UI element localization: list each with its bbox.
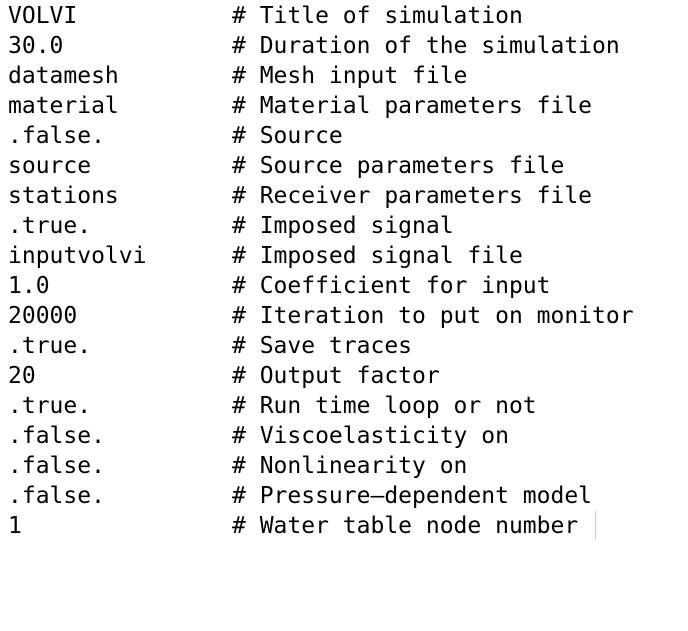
config-line-imposed-signal-file[interactable]: inputvolvi # Imposed signal file bbox=[8, 241, 680, 271]
config-value: .true. bbox=[8, 213, 92, 239]
config-line-monitor-iteration[interactable]: 20000 # Iteration to put on monitor bbox=[8, 301, 680, 331]
config-line-duration[interactable]: 30.0 # Duration of the simulation bbox=[8, 31, 680, 61]
config-line-pressure-model[interactable]: .false. # Pressure–dependent model bbox=[8, 481, 680, 511]
config-comment: # Title of simulation bbox=[232, 3, 523, 29]
config-value: 1 bbox=[8, 513, 22, 539]
config-line-imposed-signal[interactable]: .true. # Imposed signal bbox=[8, 211, 680, 241]
config-value: 20000 bbox=[8, 303, 78, 329]
config-line-viscoelasticity[interactable]: .false. # Viscoelasticity on bbox=[8, 421, 680, 451]
config-comment: # Mesh input file bbox=[232, 63, 468, 89]
config-value: .false. bbox=[8, 453, 105, 479]
text-editor[interactable]: VOLVI # Title of simulation 30.0 # Durat… bbox=[8, 1, 680, 541]
config-line-output-factor[interactable]: 20 # Output factor bbox=[8, 361, 680, 391]
config-line-source[interactable]: .false. # Source bbox=[8, 121, 680, 151]
config-line-material-file[interactable]: material # Material parameters file bbox=[8, 91, 680, 121]
config-comment: # Imposed signal bbox=[232, 213, 454, 239]
config-value: datamesh bbox=[8, 63, 119, 89]
config-line-receiver-file[interactable]: stations # Receiver parameters file bbox=[8, 181, 680, 211]
config-comment: # Material parameters file bbox=[232, 93, 593, 119]
config-value: stations bbox=[8, 183, 119, 209]
config-line-source-file[interactable]: source # Source parameters file bbox=[8, 151, 680, 181]
config-line-input-coefficient[interactable]: 1.0 # Coefficient for input bbox=[8, 271, 680, 301]
config-value: 20 bbox=[8, 363, 36, 389]
config-value: inputvolvi bbox=[8, 243, 147, 269]
config-comment: # Coefficient for input bbox=[232, 273, 551, 299]
config-comment: # Output factor bbox=[232, 363, 440, 389]
config-value: source bbox=[8, 153, 92, 179]
config-line-nonlinearity[interactable]: .false. # Nonlinearity on bbox=[8, 451, 680, 481]
config-value: .true. bbox=[8, 333, 92, 359]
config-line-time-loop[interactable]: .true. # Run time loop or not bbox=[8, 391, 680, 421]
config-comment: # Duration of the simulation bbox=[232, 33, 620, 59]
config-comment: # Pressure–dependent model bbox=[232, 483, 593, 509]
config-comment: # Imposed signal file bbox=[232, 243, 523, 269]
config-line-save-traces[interactable]: .true. # Save traces bbox=[8, 331, 680, 361]
config-comment: # Source parameters file bbox=[232, 153, 565, 179]
config-comment: # Water table node number bbox=[232, 513, 579, 539]
config-comment: # Source bbox=[232, 123, 343, 149]
config-line-mesh-file[interactable]: datamesh # Mesh input file bbox=[8, 61, 680, 91]
config-value: material bbox=[8, 93, 119, 119]
config-comment: # Run time loop or not bbox=[232, 393, 537, 419]
config-comment: # Iteration to put on monitor bbox=[232, 303, 634, 329]
config-comment: # Receiver parameters file bbox=[232, 183, 593, 209]
config-value: 1.0 bbox=[8, 273, 50, 299]
config-value: .false. bbox=[8, 423, 105, 449]
config-value: VOLVI bbox=[8, 3, 78, 29]
config-comment: # Save traces bbox=[232, 333, 413, 359]
text-cursor bbox=[595, 511, 596, 539]
config-comment: # Viscoelasticity on bbox=[232, 423, 509, 449]
config-value: .false. bbox=[8, 483, 105, 509]
config-line-water-table[interactable]: 1 # Water table node number bbox=[8, 511, 680, 541]
config-value: 30.0 bbox=[8, 33, 64, 59]
config-value: .false. bbox=[8, 123, 105, 149]
config-line-title[interactable]: VOLVI # Title of simulation bbox=[8, 1, 680, 31]
config-value: .true. bbox=[8, 393, 92, 419]
config-comment: # Nonlinearity on bbox=[232, 453, 468, 479]
